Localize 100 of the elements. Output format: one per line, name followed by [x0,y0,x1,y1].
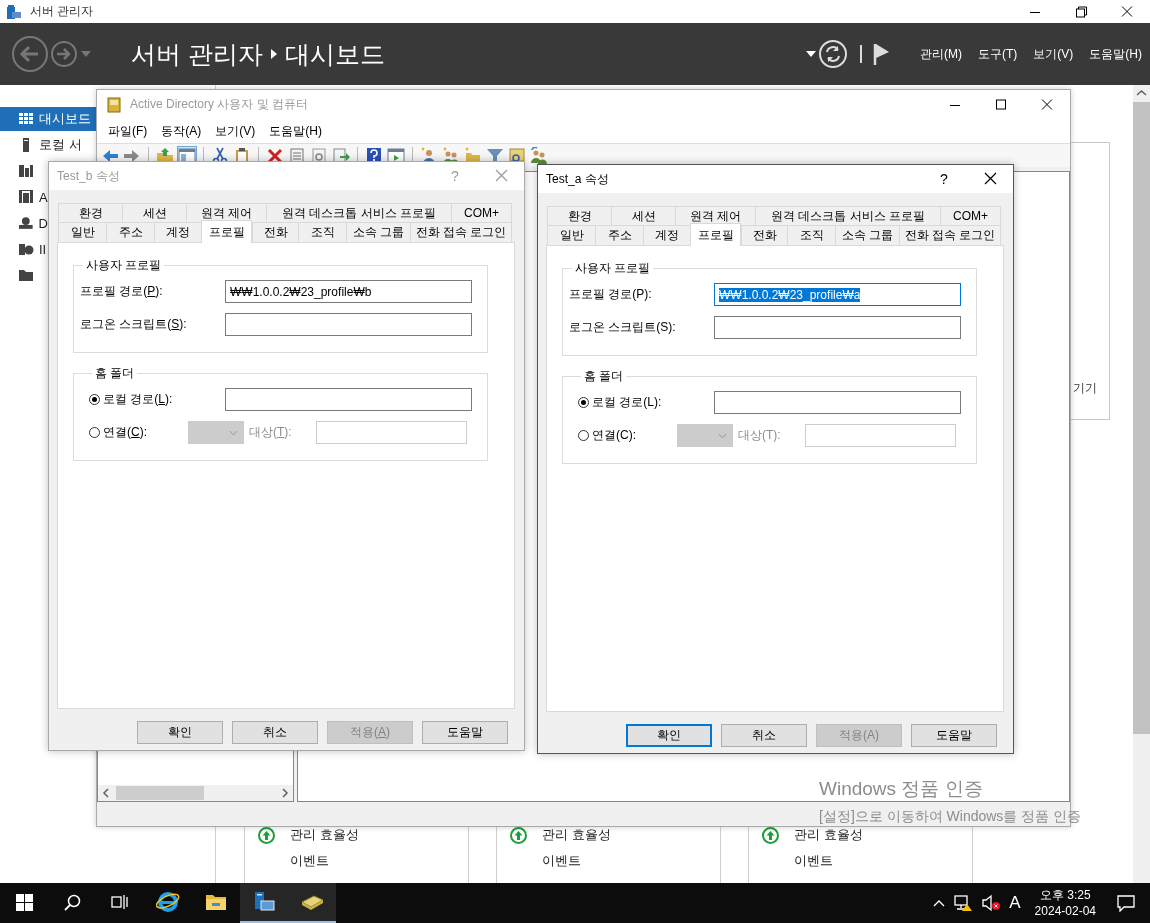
sidebar-item[interactable]: 대시보드 [0,107,96,131]
tab[interactable]: 일반 [58,222,106,242]
app-icon [6,3,22,20]
radio-label: 연결(C): [103,424,148,441]
group-label: 홈 폴더 [583,368,625,385]
group-label: 홈 폴더 [94,365,136,382]
menu-item[interactable]: 파일(F) [101,122,155,140]
speaker-muted-icon[interactable] [981,894,1002,912]
tab[interactable]: 주소 [106,222,154,242]
start-button[interactable] [15,893,33,911]
sidebar-item[interactable]: D [0,211,48,235]
window-title: 서버 관리자 [29,3,95,20]
tab[interactable]: 원격 제어 [186,203,266,222]
network-icon [18,215,34,231]
tab[interactable]: 계정 [643,225,690,245]
help-button[interactable]: ? [929,165,959,193]
dialog-button[interactable]: 확인 [626,724,712,747]
activation-title: Windows 정품 인증 [819,777,984,801]
tab[interactable]: 프로필 [690,223,741,246]
tile-heading: 관리 효율성 [290,826,359,844]
text-field[interactable]: ₩₩1.0.0.2₩23_profile₩a [714,283,961,306]
text-field[interactable] [805,424,956,447]
refresh-button[interactable] [818,39,848,69]
dialog-title: Test_b 속성 [56,167,121,185]
folder-icon [18,267,34,283]
text-field[interactable] [714,316,961,339]
tab[interactable]: 조직 [787,225,835,245]
field-label: 프로필 경로(P): [569,286,653,303]
tab[interactable]: 전화 접속 로그인 [899,225,1001,245]
dialog-button[interactable]: 취소 [232,721,318,744]
taskbar-button[interactable] [288,883,336,923]
chevron-down-icon [718,432,727,439]
tile-item[interactable]: 이벤트 [794,852,833,870]
scroll-thumb[interactable] [1133,102,1150,734]
tab[interactable]: 원격 제어 [675,206,755,225]
dialog-button[interactable]: 도움말 [911,724,997,747]
tab[interactable]: 소속 그룹 [346,222,410,242]
tab[interactable]: COM+ [940,206,1001,225]
breadcrumb-arrow-icon [270,49,277,59]
tile-item[interactable]: 이벤트 [542,852,581,870]
group-icon[interactable] [530,146,548,165]
dialog-title: Test_a 속성 [545,170,610,188]
tab[interactable]: 주소 [595,225,643,245]
page-title: 서버 관리자 [131,38,263,70]
sidebar-item[interactable]: A [0,185,48,209]
network-warning-icon[interactable] [953,894,974,912]
sidebar-item[interactable]: 로컬 서 [0,133,96,157]
tile-heading: 관리 효율성 [542,826,611,844]
notification-icon[interactable] [1116,894,1136,912]
chevron-up-icon[interactable] [933,899,946,907]
tab[interactable]: 전화 [252,222,298,242]
grid-icon [18,111,34,127]
dialog-button[interactable]: 취소 [721,724,807,747]
tab[interactable]: 계정 [154,222,201,242]
clock-time[interactable]: 오후 3:25 [1039,887,1091,903]
menu-item[interactable]: 도구(T) [970,45,1026,63]
tab[interactable]: 환경 [547,206,611,225]
sidebar-item[interactable]: II [0,237,48,261]
tab[interactable]: 원격 데스크톱 서비스 프로필 [755,206,940,225]
dropdown-caret-icon[interactable] [804,49,818,59]
tab[interactable]: 일반 [547,225,595,245]
task-view-icon[interactable] [111,894,129,910]
tab[interactable]: 조직 [298,222,346,242]
text-field[interactable] [316,421,467,444]
dialog-button[interactable]: 도움말 [422,721,508,744]
forward-button[interactable] [50,40,78,68]
input-indicator[interactable]: A [1009,893,1021,913]
text-field[interactable]: ₩₩1.0.0.2₩23_profile₩b [225,280,472,303]
taskbar-button[interactable] [240,883,288,923]
group-label: 사용자 프로필 [85,257,163,274]
tab[interactable]: 세션 [122,203,186,222]
back-button[interactable] [11,35,49,73]
tab[interactable]: 전화 접속 로그인 [410,222,512,242]
menu-item[interactable]: 동작(A) [154,122,209,140]
search-icon[interactable] [63,893,81,911]
tile-item[interactable]: 이벤트 [290,852,329,870]
tab[interactable]: 환경 [58,203,122,222]
clock-date[interactable]: 2024-02-04 [1034,903,1096,919]
menu-item[interactable]: 관리(M) [912,45,970,63]
page-title: 대시보드 [284,38,385,70]
menu-item[interactable]: 보기(V) [1025,45,1082,63]
radio-button[interactable] [578,397,589,408]
text-field[interactable] [225,313,472,336]
scroll-thumb[interactable] [116,786,204,800]
tab[interactable]: 소속 그룹 [835,225,899,245]
tab[interactable]: 전화 [741,225,787,245]
field-label: 로그온 스크립트(S): [569,319,677,336]
window-title: Active Directory 사용자 및 컴퓨터 [129,96,310,113]
dialog-button[interactable]: 확인 [137,721,223,744]
tab[interactable]: COM+ [451,203,512,222]
menu-item[interactable]: 도움말(H) [1081,45,1150,63]
tab[interactable]: 세션 [611,206,675,225]
text-field[interactable] [714,391,961,414]
radio-button[interactable] [89,394,100,405]
menu-item[interactable]: 도움말(H) [262,122,329,140]
menu-item[interactable]: 보기(V) [208,122,263,140]
tab[interactable]: 원격 데스크톱 서비스 프로필 [266,203,451,222]
text-field[interactable] [225,388,472,411]
radio-label: 연결(C): [592,427,637,444]
tab[interactable]: 프로필 [201,220,252,243]
